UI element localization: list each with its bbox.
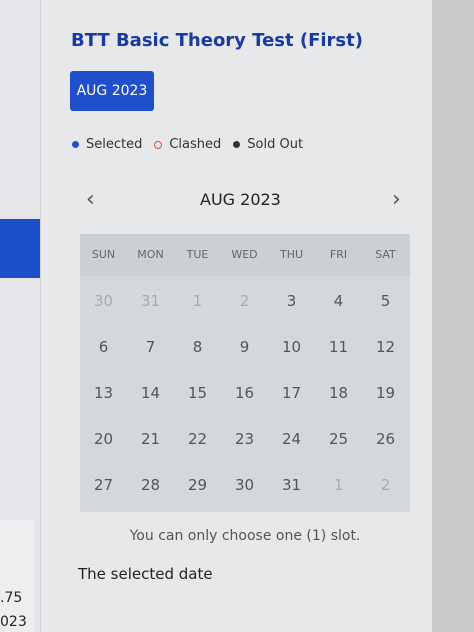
calendar-day[interactable]: 19 bbox=[362, 370, 409, 416]
next-month-icon[interactable]: › bbox=[392, 187, 401, 212]
weekday-header: SUN MON TUE WED THU FRI SAT bbox=[80, 234, 410, 276]
calendar-day[interactable]: 10 bbox=[268, 324, 315, 370]
legend: Selected Clashed Sold Out bbox=[72, 137, 315, 152]
calendar-day[interactable]: 14 bbox=[127, 370, 174, 416]
calendar-day[interactable]: 4 bbox=[315, 278, 362, 324]
calendar-day[interactable]: 5 bbox=[362, 278, 409, 324]
legend-label: Clashed bbox=[169, 137, 222, 152]
prev-month-icon[interactable]: ‹ bbox=[86, 187, 95, 212]
calendar-day[interactable]: 11 bbox=[315, 324, 362, 370]
weekday-label: SUN bbox=[91, 248, 116, 261]
weekday-label: TUE bbox=[186, 248, 209, 261]
selected-dot-icon bbox=[72, 141, 79, 148]
weekday-label: WED bbox=[231, 248, 258, 261]
legend-sold-out: Sold Out bbox=[233, 137, 303, 152]
sold-out-dot-icon bbox=[233, 141, 241, 148]
panel-edge bbox=[432, 0, 474, 632]
calendar-day[interactable]: 28 bbox=[127, 462, 174, 508]
selected-date-label: The selected date bbox=[78, 565, 213, 583]
weekday-label: FRI bbox=[329, 248, 348, 261]
calendar-day: 2 bbox=[380, 476, 391, 494]
calendar-day: 2 bbox=[239, 292, 250, 310]
calendar-day[interactable]: 21 bbox=[127, 416, 174, 462]
calendar-day[interactable]: 3 bbox=[268, 278, 315, 324]
weekday-label: MON bbox=[137, 248, 164, 261]
clashed-dot-icon bbox=[154, 140, 163, 149]
calendar-day[interactable]: 24 bbox=[268, 416, 315, 462]
weekday-label: THU bbox=[279, 248, 304, 261]
calendar-day[interactable]: 6 bbox=[80, 324, 127, 370]
calendar-day: 1 bbox=[192, 292, 203, 310]
calendar-day[interactable]: 29 bbox=[174, 462, 221, 508]
calendar-month-label: AUG 2023 bbox=[200, 190, 281, 209]
calendar-day[interactable]: 26 bbox=[362, 416, 409, 462]
calendar-day[interactable]: 12 bbox=[362, 324, 409, 370]
calendar-day[interactable]: 20 bbox=[80, 416, 127, 462]
calendar-day[interactable]: 25 bbox=[315, 416, 362, 462]
background-number: 023 bbox=[0, 614, 27, 630]
calendar-day: 1 bbox=[333, 476, 344, 494]
legend-clashed: Clashed bbox=[154, 137, 221, 152]
calendar-day[interactable]: 30 bbox=[221, 462, 268, 508]
calendar-day[interactable]: 27 bbox=[80, 462, 127, 508]
calendar-day[interactable]: 8 bbox=[174, 324, 221, 370]
calendar-grid: SUN MON TUE WED THU FRI SAT 30 31 1 2 3 4 5 6 7 8 9 10 11 1… bbox=[80, 234, 410, 512]
background-blue-block bbox=[0, 219, 40, 278]
calendar-day[interactable]: 17 bbox=[268, 370, 315, 416]
calendar-day[interactable]: 15 bbox=[174, 370, 221, 416]
calendar-day[interactable]: 7 bbox=[127, 324, 174, 370]
calendar-day[interactable]: 13 bbox=[80, 370, 127, 416]
calendar-day[interactable]: 31 bbox=[268, 462, 315, 508]
legend-selected: Selected bbox=[72, 137, 142, 152]
month-button[interactable]: AUG 2023 bbox=[70, 71, 154, 111]
calendar-day: 30 bbox=[93, 292, 114, 310]
weekday-label: SAT bbox=[375, 248, 396, 261]
legend-label: Selected bbox=[86, 137, 143, 152]
calendar-day[interactable]: 16 bbox=[221, 370, 268, 416]
calendar-day[interactable]: 9 bbox=[221, 324, 268, 370]
legend-label: Sold Out bbox=[247, 137, 304, 152]
page-title: BTT Basic Theory Test (First) bbox=[71, 30, 363, 51]
calendar-day[interactable]: 23 bbox=[221, 416, 268, 462]
slot-note: You can only choose one (1) slot. bbox=[129, 528, 361, 544]
calendar-day[interactable]: 18 bbox=[315, 370, 362, 416]
calendar-day: 31 bbox=[140, 292, 161, 310]
calendar-day[interactable]: 22 bbox=[174, 416, 221, 462]
background-number: .75 bbox=[0, 590, 23, 606]
